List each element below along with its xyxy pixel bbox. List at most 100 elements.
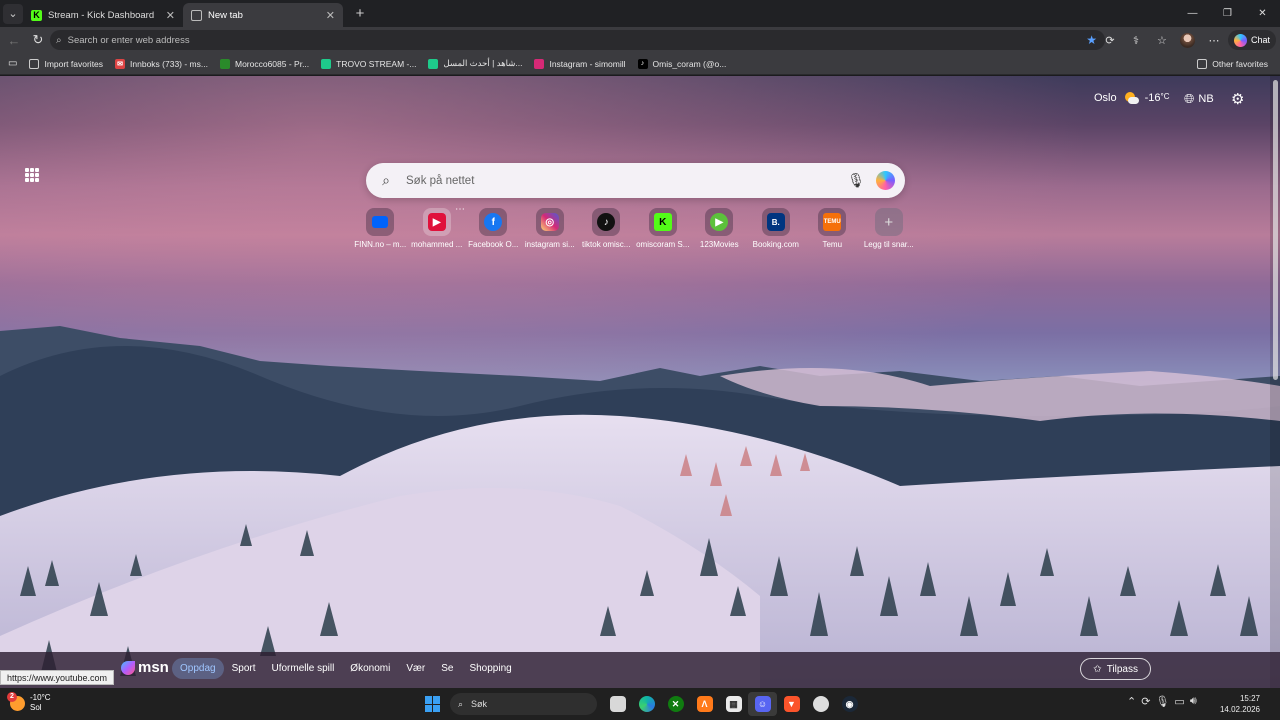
tab-strip: ⌄ K Stream - Kick Dashboard ✕ New tab ✕ … [0, 0, 1280, 27]
quick-link-finn[interactable]: FINN.no – m... [352, 208, 409, 249]
weather-widget[interactable]: Oslo -16°C [1094, 91, 1170, 105]
quick-link-tiktok[interactable]: ♪ tiktok omisc... [578, 208, 635, 249]
browser-essentials-icon[interactable]: ⚕ [1124, 29, 1148, 51]
favorite-star-icon[interactable]: ★ [1086, 33, 1097, 47]
customize-label: Tilpass [1106, 663, 1138, 675]
chevron-up-icon[interactable]: ⌃ [1127, 695, 1136, 708]
volume-icon[interactable]: 🔊︎ [1190, 695, 1197, 708]
close-window-button[interactable]: ✕ [1245, 0, 1280, 27]
search-icon: ⌕ [382, 172, 390, 188]
taskbar-store[interactable]: ▦ [719, 692, 748, 716]
taskbar-edge[interactable] [632, 692, 661, 716]
favorite-shahid[interactable]: شاهد | أحدث المسل... [428, 58, 522, 69]
search-icon: ⌕ [56, 34, 62, 46]
back-button[interactable]: ← [2, 29, 26, 51]
msn-tab-okonomi[interactable]: Økonomi [342, 658, 398, 679]
language-button[interactable]: 🌐︎ NB [1184, 91, 1214, 107]
clock-time: 15:27 [1239, 694, 1260, 703]
newtab-page-icon [191, 9, 202, 21]
msn-logo[interactable]: msn [121, 659, 169, 676]
web-search-box[interactable]: ⌕ Søk på nettet 🎙︎ [366, 163, 905, 198]
msn-tab-uformelle-spill[interactable]: Uformelle spill [264, 658, 343, 679]
folder-import-icon [29, 58, 40, 69]
customize-button[interactable]: ✩ Tilpass [1080, 658, 1151, 680]
tab-actions-menu-button[interactable]: ⌄ [3, 3, 23, 24]
kick-icon: K [653, 213, 672, 231]
sidebar-toggle-icon[interactable]: ▭ [8, 58, 17, 69]
display-icon[interactable]: ▭ [1174, 695, 1184, 708]
extensions-icon[interactable]: ⟳ [1098, 29, 1122, 51]
close-tab-icon[interactable]: ✕ [326, 9, 335, 22]
copilot-icon [1233, 33, 1247, 47]
favorites-icon[interactable]: ☆ [1150, 29, 1174, 51]
favorite-instagram[interactable]: Instagram - simomill [534, 58, 626, 69]
windows-start-icon[interactable] [425, 696, 441, 712]
msn-tab-oppdag[interactable]: Oppdag [172, 658, 224, 679]
quick-link-label: tiktok omisc... [582, 240, 631, 249]
favorite-label: Omis_coram (@o... [652, 58, 727, 69]
taskbar-brave[interactable]: ▼ [777, 692, 806, 716]
taskbar-file-explorer[interactable] [603, 692, 632, 716]
favorite-import[interactable]: Import favorites [29, 58, 103, 69]
msn-tab-sport[interactable]: Sport [224, 658, 264, 679]
favorite-tiktok[interactable]: ♪ Omis_coram (@o... [637, 58, 727, 69]
profile-button[interactable] [1176, 29, 1200, 51]
favorite-label: Morocco6085 - Pr... [234, 58, 310, 69]
weather-city: Oslo [1094, 92, 1117, 104]
microphone-icon[interactable]: 🎙︎ [1155, 695, 1169, 708]
quick-link-temu[interactable]: TEMU Temu [804, 208, 861, 249]
taskbar-steam[interactable]: ◉ [835, 692, 864, 716]
msn-tab-shopping[interactable]: Shopping [461, 658, 519, 679]
scrollbar-thumb[interactable] [1273, 80, 1278, 380]
booking-icon: B. [766, 213, 785, 231]
quick-link-facebook[interactable]: f Facebook O... [465, 208, 522, 249]
taskbar-weather-widget[interactable]: 2 -10°C Sol [7, 691, 51, 713]
taskbar-app-a[interactable]: Λ [690, 692, 719, 716]
taskbar-discord[interactable]: ☺ [748, 692, 777, 716]
favorite-kick[interactable]: Morocco6085 - Pr... [219, 58, 310, 69]
page-settings-gear-icon[interactable]: ⚙ [1231, 90, 1244, 108]
quick-links: FINN.no – m... ▶ mohammed ... ⋯ f Facebo… [352, 204, 918, 249]
minimize-button[interactable]: — [1175, 0, 1210, 27]
quick-link-mohammed[interactable]: ▶ mohammed ... ⋯ [409, 204, 465, 249]
refresh-button[interactable]: ↻ [26, 29, 50, 51]
taskbar-app-circle[interactable] [806, 692, 835, 716]
taskbar-search[interactable]: ⌕ Søk [450, 693, 597, 715]
tab-title: Stream - Kick Dashboard [48, 9, 155, 21]
microphone-icon[interactable]: 🎙︎ [847, 172, 865, 189]
add-shortcut-button[interactable]: + Legg til snar... [861, 208, 918, 249]
address-bar[interactable]: ⌕ Search or enter web address ★ [50, 30, 1105, 50]
taskbar-clock[interactable]: 15:27 14.02.2026 [1220, 693, 1260, 715]
quick-link-instagram[interactable]: ◎ instagram si... [522, 208, 579, 249]
finn-icon [372, 216, 389, 228]
quick-link-booking[interactable]: B. Booking.com [748, 208, 805, 249]
quick-link-123movies[interactable]: ▶ 123Movies [691, 208, 748, 249]
msn-tab-se[interactable]: Se [433, 658, 461, 679]
plus-icon: + [884, 213, 894, 231]
tab-new-tab[interactable]: New tab ✕ [183, 3, 343, 27]
quick-link-kick[interactable]: K omiscoram S... [635, 208, 692, 249]
app-launcher-icon[interactable] [25, 168, 39, 182]
other-favorites[interactable]: Other favorites [1197, 58, 1268, 69]
favorite-outlook[interactable]: ✉ Innboks (733) - ms... [115, 58, 208, 69]
more-options-icon[interactable]: ⋯ [1202, 29, 1226, 51]
favorite-trovo[interactable]: TROVO STREAM -... [321, 58, 416, 69]
search-placeholder: Søk på nettet [406, 174, 475, 187]
taskbar-xbox[interactable]: ✕ [661, 692, 690, 716]
msn-logo-text: msn [138, 659, 169, 676]
quick-link-label: omiscoram S... [636, 240, 690, 249]
more-options-icon[interactable]: ⋯ [455, 204, 465, 215]
tiktok-icon: ♪ [597, 213, 616, 231]
sync-icon[interactable]: ⟳ [1141, 695, 1150, 708]
close-tab-icon[interactable]: ✕ [166, 9, 175, 22]
copilot-chat-button[interactable]: Chat [1227, 30, 1276, 50]
task-view-icon [609, 696, 626, 712]
taskbar-search-label: Søk [471, 699, 488, 709]
copilot-icon[interactable] [876, 171, 895, 190]
tab-kick-dashboard[interactable]: K Stream - Kick Dashboard ✕ [23, 3, 183, 27]
msn-tab-vaer[interactable]: Vær [398, 658, 433, 679]
other-favorites-label: Other favorites [1212, 58, 1268, 69]
restore-button[interactable]: ❐ [1210, 0, 1245, 27]
new-tab-button[interactable]: + [349, 3, 371, 25]
quick-link-label: mohammed ... [411, 240, 463, 249]
